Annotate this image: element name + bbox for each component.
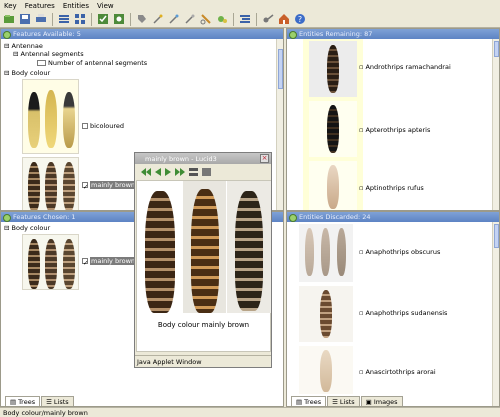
tab-images[interactable]: ▣ Images: [360, 396, 403, 406]
sort-icon[interactable]: [215, 12, 229, 26]
entities-remaining-panel: Entities Remaining: 87 ▫ Androthrips ram…: [286, 28, 500, 211]
state-image-mainly-brown[interactable]: [22, 234, 79, 290]
prune-icon[interactable]: [167, 12, 181, 26]
bicoloured-checkbox[interactable]: [82, 123, 88, 129]
state-mainly-brown[interactable]: ✓ mainly brown: [82, 181, 137, 191]
panel-title: Entities Remaining: 87: [287, 29, 499, 39]
tree-node-antennae[interactable]: ⊟ Antennae: [4, 42, 43, 50]
entity-image[interactable]: [299, 224, 353, 282]
popup-image-area: Body colour mainly brown: [136, 180, 271, 352]
svg-text:?: ?: [298, 15, 302, 24]
next-icon[interactable]: [165, 167, 171, 176]
help-icon[interactable]: ?: [293, 12, 307, 26]
entity-item[interactable]: ▫ Androthrips ramachandrai: [359, 63, 451, 71]
right-tabs: ▤ Trees ☰ Lists ▣ Images: [287, 396, 403, 406]
menu-features[interactable]: Features: [25, 2, 55, 10]
entity-item[interactable]: ▫ Anaphothrips obscurus: [359, 248, 440, 256]
tree-node-antennal-segments[interactable]: ⊟ Antennal segments: [13, 50, 84, 58]
find-icon[interactable]: [112, 12, 126, 26]
status-bar: Body colour/mainly brown: [0, 407, 500, 417]
toolbar-separator: [256, 12, 257, 26]
specimen-image: [235, 191, 263, 311]
left-tabs: ▤ Trees ☰ Lists: [1, 396, 74, 406]
entity-image[interactable]: [309, 101, 357, 157]
zoom-icon[interactable]: [202, 167, 211, 176]
vertical-scrollbar[interactable]: [276, 39, 283, 210]
mainly-brown-checkbox[interactable]: ✓: [82, 258, 88, 267]
bug-icon[interactable]: [238, 12, 252, 26]
menu-entities[interactable]: Entities: [63, 2, 89, 10]
toolbar-separator: [130, 12, 131, 26]
popup-title: mainly brown - Lucid3: [135, 153, 271, 164]
grid-icon[interactable]: [73, 12, 87, 26]
popup-footer: Java Applet Window: [135, 355, 271, 367]
panel-title: Features Available: 5: [1, 29, 283, 39]
tab-lists[interactable]: ☰ Lists: [327, 396, 360, 406]
entity-image[interactable]: [299, 346, 353, 394]
state-image-mainly-brown[interactable]: [22, 157, 79, 210]
state-mainly-brown[interactable]: ✓ mainly brown: [82, 257, 137, 267]
image-icon: ▣: [365, 397, 372, 406]
tag-icon[interactable]: [135, 12, 149, 26]
tree-node-number-of-antennal-segments[interactable]: Number of antennal segments: [37, 59, 147, 67]
image-popup-window[interactable]: mainly brown - Lucid3 × Body colour main…: [134, 152, 272, 368]
numeric-field[interactable]: [37, 60, 46, 66]
popup-caption: Body colour mainly brown: [157, 321, 250, 329]
toolbar: ?: [0, 11, 500, 28]
vertical-scrollbar[interactable]: [492, 39, 499, 210]
wand-icon[interactable]: [151, 12, 165, 26]
cut-icon[interactable]: [183, 12, 197, 26]
save-icon[interactable]: [18, 12, 32, 26]
entity-image[interactable]: [299, 286, 353, 342]
tab-trees[interactable]: ▤ Trees: [5, 396, 41, 406]
list-icon: ☰: [46, 397, 52, 406]
panel-title: Entities Discarded: 24: [287, 212, 499, 222]
print-icon[interactable]: [34, 12, 48, 26]
tree-node-body-colour[interactable]: ⊟ Body colour: [4, 69, 50, 77]
tree-icon: ▤: [296, 397, 303, 406]
prev-icon[interactable]: [155, 167, 161, 176]
toolbar-separator: [233, 12, 234, 26]
entity-item[interactable]: ▫ Aptinothrips rufus: [359, 184, 424, 192]
state-image-bicoloured[interactable]: [22, 79, 79, 154]
tab-trees[interactable]: ▤ Trees: [291, 396, 327, 406]
menu-key[interactable]: Key: [4, 2, 17, 10]
mainly-brown-checkbox[interactable]: ✓: [82, 182, 88, 191]
vertical-scrollbar[interactable]: [492, 222, 499, 406]
tree-icon: ▤: [10, 397, 17, 406]
key-icon[interactable]: [261, 12, 275, 26]
entity-item[interactable]: ▫ Anascirtothrips arorai: [359, 368, 436, 376]
open-icon[interactable]: [2, 12, 16, 26]
tab-lists[interactable]: ☰ Lists: [41, 396, 74, 406]
last-icon[interactable]: [175, 167, 185, 176]
menu-bar: Key Features Entities View: [0, 0, 500, 11]
popup-toolbar: [135, 164, 271, 179]
menu-view[interactable]: View: [97, 2, 114, 10]
entities-discarded-panel: Entities Discarded: 24 ▫ Anaphothrips ob…: [286, 211, 500, 407]
state-bicoloured[interactable]: bicoloured: [82, 122, 124, 130]
entity-image[interactable]: [309, 161, 357, 210]
toolbar-separator: [91, 12, 92, 26]
entity-item[interactable]: ▫ Apterothrips apteris: [359, 126, 430, 134]
first-icon[interactable]: [141, 167, 151, 176]
entity-image[interactable]: [309, 41, 357, 97]
entity-item[interactable]: ▫ Anaphothrips sudanensis: [359, 309, 447, 317]
grid-icon[interactable]: [189, 167, 198, 176]
list-icon: ☰: [332, 397, 338, 406]
specimen-image: [191, 189, 219, 313]
close-icon[interactable]: ×: [260, 154, 269, 163]
specimen-image: [145, 191, 175, 313]
toolbar-separator: [52, 12, 53, 26]
home-icon[interactable]: [277, 12, 291, 26]
lasso-icon[interactable]: [199, 12, 213, 26]
tree-icon[interactable]: [96, 12, 110, 26]
tree-node-body-colour[interactable]: ⊟ Body colour: [4, 224, 50, 232]
list-icon[interactable]: [57, 12, 71, 26]
